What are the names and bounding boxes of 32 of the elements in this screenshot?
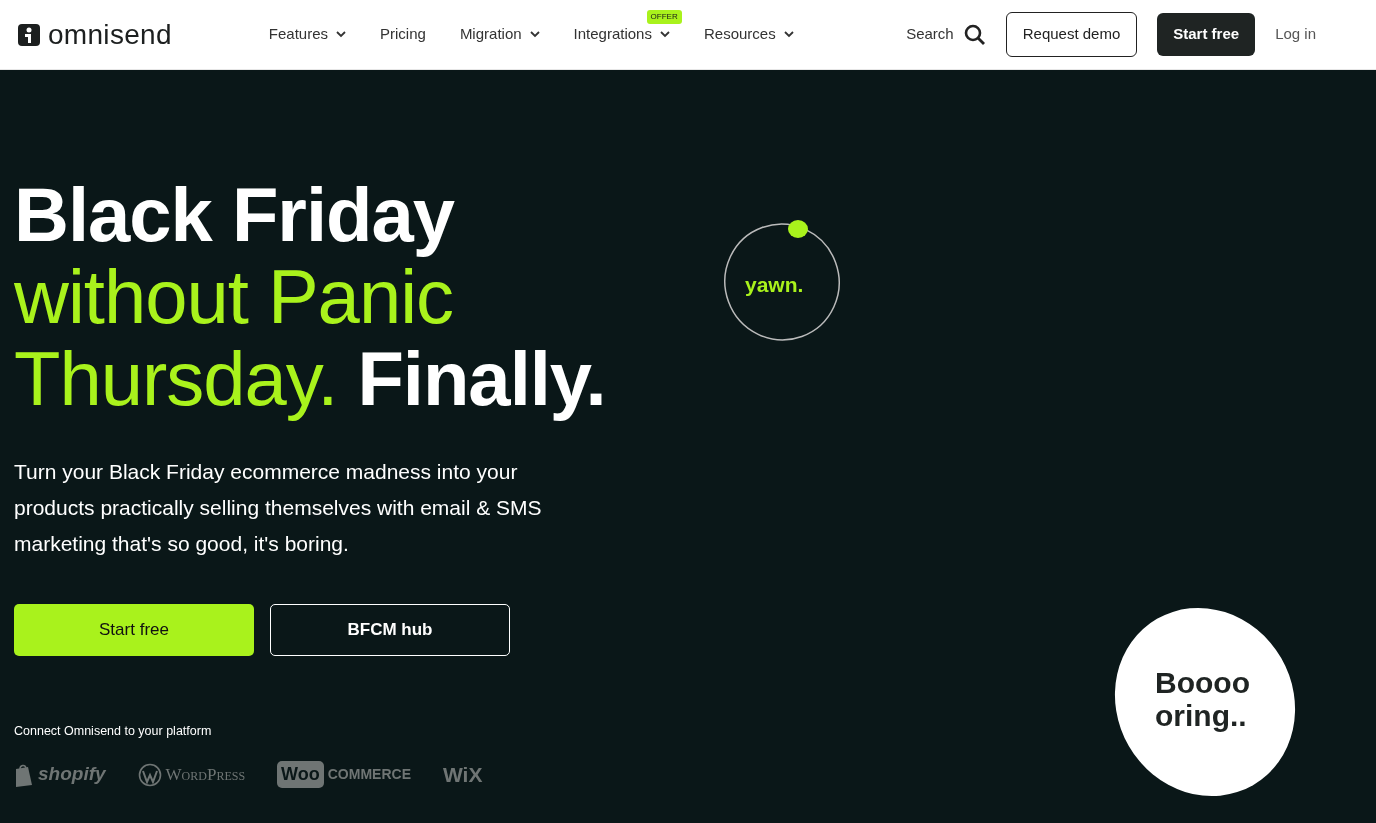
nav-link[interactable]: Migration bbox=[459, 23, 540, 46]
shopping-bag-icon bbox=[14, 762, 34, 787]
nav-link[interactable]: Integrations bbox=[573, 23, 670, 46]
login-link[interactable]: Log in bbox=[1275, 23, 1316, 46]
start-free-button[interactable]: Start free bbox=[14, 604, 254, 656]
platform-logo: Woo COMMERCE bbox=[277, 761, 411, 788]
request-demo-button[interactable]: Request demo bbox=[1005, 12, 1138, 57]
offer-badge: OFFER bbox=[646, 10, 682, 25]
headline-text: Finally. bbox=[357, 336, 606, 421]
headline-text: Thursday. bbox=[14, 336, 338, 421]
hub-button[interactable]: BFCM hub bbox=[270, 604, 510, 656]
search-icon bbox=[963, 23, 986, 46]
headline-text: Black Friday bbox=[14, 172, 454, 257]
hero-description: Turn your Black Friday ecommerce madness into your products practically selling themselves with email & SMS marketing that's so good, it's boring. bbox=[14, 459, 543, 557]
chevron-down-icon bbox=[336, 31, 346, 38]
sticker-text: yawn. bbox=[745, 272, 804, 298]
start-free-button[interactable]: Start free bbox=[1157, 13, 1256, 56]
wordpress-icon bbox=[137, 762, 162, 787]
platforms-caption: Connect Omnisend to your platform bbox=[14, 723, 212, 740]
brand-logo-text[interactable]: omnisend bbox=[48, 20, 172, 49]
platform-logo: WordPress bbox=[137, 761, 246, 788]
logo-icon bbox=[18, 23, 40, 46]
chevron-down-icon bbox=[783, 31, 794, 38]
chevron-down-icon bbox=[529, 31, 540, 38]
nav-link[interactable]: Pricing bbox=[380, 23, 426, 46]
search-button[interactable]: Search bbox=[906, 23, 986, 46]
nav-link[interactable]: Features bbox=[268, 23, 346, 46]
platform-logo: shopify bbox=[14, 760, 106, 789]
nav-link[interactable]: Resources bbox=[703, 23, 794, 46]
chevron-down-icon bbox=[659, 31, 670, 38]
sticker-text: Boooo oring.. bbox=[1155, 666, 1251, 732]
platform-logo: WiX bbox=[443, 761, 483, 788]
